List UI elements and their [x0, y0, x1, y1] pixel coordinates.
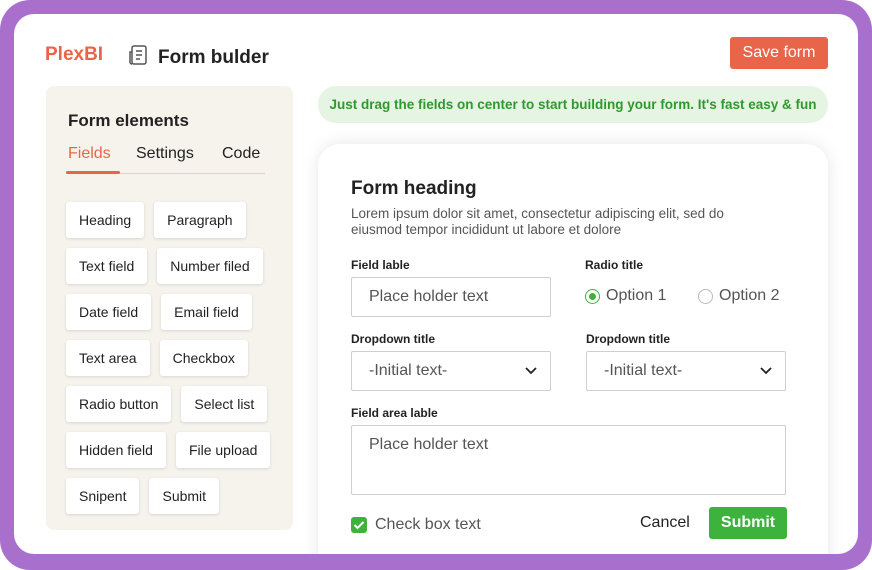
- element-list: Heading Paragraph Text field Number file…: [66, 202, 286, 524]
- dropdown-1-title: Dropdown title: [351, 332, 435, 346]
- element-snippet[interactable]: Snipent: [66, 478, 140, 514]
- tab-fields[interactable]: Fields: [68, 145, 111, 163]
- element-hidden-field[interactable]: Hidden field: [66, 432, 166, 468]
- chevron-down-icon: [524, 362, 538, 380]
- page-header: Form bulder: [127, 44, 269, 71]
- submit-button[interactable]: Submit: [709, 507, 787, 539]
- cancel-button[interactable]: Cancel: [640, 514, 690, 532]
- save-form-button[interactable]: Save form: [730, 37, 828, 69]
- tab-code[interactable]: Code: [222, 145, 260, 163]
- element-date-field[interactable]: Date field: [66, 294, 152, 330]
- radio-title: Radio title: [585, 258, 644, 272]
- form-preview-card: Form heading Lorem ipsum dolor sit amet,…: [318, 144, 828, 554]
- element-text-field[interactable]: Text field: [66, 248, 148, 284]
- radio-selected-icon: [585, 288, 600, 304]
- form-description[interactable]: Lorem ipsum dolor sit amet, consectetur …: [351, 206, 771, 238]
- dropdown-2[interactable]: -Initial text-: [586, 351, 786, 391]
- active-tab-indicator: [66, 171, 120, 174]
- radio-option-2[interactable]: Option 2: [698, 287, 779, 305]
- element-checkbox[interactable]: Checkbox: [159, 340, 248, 376]
- form-checkbox[interactable]: Check box text: [351, 516, 481, 534]
- radio-unselected-icon: [698, 288, 713, 304]
- element-submit[interactable]: Submit: [149, 478, 220, 514]
- element-text-area[interactable]: Text area: [66, 340, 150, 376]
- panel-title: Form elements: [68, 111, 189, 130]
- form-elements-panel: Form elements Fields Settings Code Headi…: [46, 86, 293, 530]
- dropdown-1[interactable]: -Initial text-: [351, 351, 551, 391]
- app-logo: PlexBI: [45, 44, 104, 65]
- window-frame: PlexBI Form bulder Save form Form elemen…: [0, 0, 872, 570]
- checkbox-checked-icon: [351, 517, 367, 533]
- element-number-field[interactable]: Number filed: [157, 248, 263, 284]
- element-select-list[interactable]: Select list: [181, 386, 268, 422]
- tip-banner: Just drag the fields on center to start …: [318, 86, 828, 123]
- dropdown-2-value: -Initial text-: [604, 362, 683, 379]
- dropdown-2-title: Dropdown title: [586, 332, 670, 346]
- chevron-down-icon: [759, 362, 773, 380]
- app-window: PlexBI Form bulder Save form Form elemen…: [14, 14, 858, 554]
- document-icon: [127, 44, 149, 71]
- element-radio-button[interactable]: Radio button: [66, 386, 172, 422]
- text-input[interactable]: Place holder text: [351, 277, 551, 317]
- element-email-field[interactable]: Email field: [161, 294, 252, 330]
- radio-option-2-label: Option 2: [719, 287, 780, 304]
- radio-option-1[interactable]: Option 1: [585, 287, 666, 305]
- dropdown-1-value: -Initial text-: [369, 362, 448, 379]
- form-heading[interactable]: Form heading: [351, 178, 477, 200]
- element-paragraph[interactable]: Paragraph: [154, 202, 246, 238]
- area-label: Field area lable: [351, 406, 438, 420]
- radio-option-1-label: Option 1: [606, 287, 667, 304]
- textarea-input[interactable]: Place holder text: [351, 425, 786, 495]
- page-title: Form bulder: [158, 46, 269, 68]
- tab-settings[interactable]: Settings: [136, 145, 194, 163]
- checkbox-label: Check box text: [375, 516, 481, 533]
- element-file-upload[interactable]: File upload: [175, 432, 271, 468]
- element-heading[interactable]: Heading: [66, 202, 145, 238]
- field-label: Field lable: [351, 258, 410, 272]
- panel-tabs: Fields Settings Code: [66, 144, 265, 174]
